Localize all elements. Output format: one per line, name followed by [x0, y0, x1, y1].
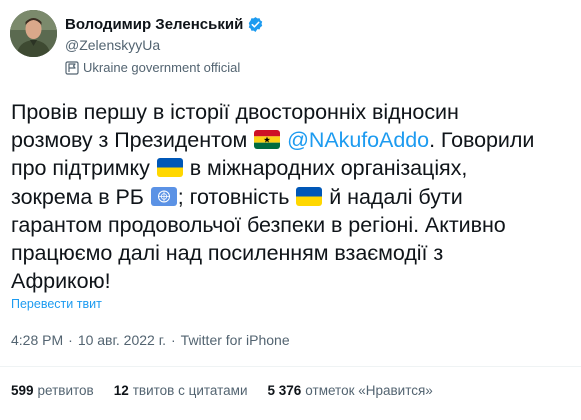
retweets-stat[interactable]: 599 ретвитов: [11, 383, 94, 398]
tweet-text-segment: . Говорили: [429, 128, 535, 153]
retweets-count: 599: [11, 383, 34, 398]
meta-separator: ·: [68, 332, 73, 348]
author-name[interactable]: Володимир Зеленський: [65, 16, 243, 33]
tweet-line: про підтримку в міжнародних організаціях…: [11, 154, 577, 182]
quotes-stat[interactable]: 12 твитов с цитатами: [114, 383, 248, 398]
divider: [0, 366, 581, 367]
tweet-time[interactable]: 4:28 PM: [11, 332, 63, 348]
tweet-line: гарантом продовольчої безпеки в регіоні.…: [11, 211, 577, 239]
meta-separator: ·: [171, 332, 176, 348]
government-label[interactable]: Ukraine government official: [65, 60, 240, 75]
author-handle[interactable]: @ZelenskyyUa: [65, 37, 160, 53]
tweet-text-segment: гарантом продовольчої безпеки в регіоні.…: [11, 212, 506, 237]
quotes-label: твитов с цитатами: [132, 383, 248, 398]
retweets-label: ретвитов: [37, 383, 94, 398]
tweet-text: Провів першу в історії двосторонніх відн…: [11, 98, 577, 295]
tweet-text-segment: про підтримку: [11, 156, 156, 181]
likes-label: отметок «Нравится»: [305, 383, 433, 398]
tweet-line: працюємо далі над посиленням взаємодії з: [11, 239, 577, 267]
ukraine-flag-emoji: [156, 158, 183, 178]
translate-tweet-link[interactable]: Перевести твит: [11, 297, 102, 311]
likes-stat[interactable]: 5 376 отметок «Нравится»: [268, 383, 433, 398]
tweet-date[interactable]: 10 авг. 2022 г.: [78, 332, 166, 348]
government-label-text: Ukraine government official: [83, 60, 241, 75]
avatar[interactable]: [10, 10, 57, 57]
likes-count: 5 376: [267, 383, 302, 398]
tweet-text-segment: працюємо далі над посиленням взаємодії з: [11, 240, 444, 265]
tweet-line: розмову з Президентом @NAkufoAddo. Говор…: [11, 126, 577, 154]
tweet-text-segment: й надалі бути: [323, 184, 463, 209]
mention-link[interactable]: @NAkufoAddo: [287, 128, 429, 152]
tweet-line: зокрема в РБ ; готовність й надалі бути: [11, 183, 577, 211]
tweet-text-segment: зокрема в РБ: [11, 184, 150, 209]
verified-badge-icon: [249, 16, 263, 32]
government-flag-icon: [65, 60, 79, 75]
author-name-row[interactable]: Володимир Зеленський: [65, 14, 264, 34]
ukraine-flag-emoji: [296, 186, 323, 206]
ghana-flag-emoji: [254, 130, 281, 150]
tweet-text-segment: Африкою!: [11, 269, 111, 294]
tweet-meta: 4:28 PM · 10 авг. 2022 г. · Twitter for …: [11, 332, 290, 348]
tweet-text-segment: в міжнародних організаціях,: [183, 156, 468, 181]
tweet-text-segment: розмову з Президентом: [11, 128, 254, 153]
tweet-text-segment: ; готовність: [177, 184, 296, 209]
tweet-line: Африкою!: [11, 267, 577, 295]
tweet-line: Провів першу в історії двосторонніх відн…: [11, 98, 577, 126]
tweet-card: Володимир Зеленський @ZelenskyyUa Ukrain…: [0, 0, 581, 420]
tweet-stats: 599 ретвитов 12 твитов с цитатами 5 376 …: [11, 383, 453, 398]
tweet-text-segment: Провів першу в історії двосторонніх відн…: [11, 100, 459, 124]
tweet-source[interactable]: Twitter for iPhone: [181, 332, 290, 348]
quotes-count: 12: [113, 383, 129, 398]
un-flag-emoji: [150, 186, 177, 206]
